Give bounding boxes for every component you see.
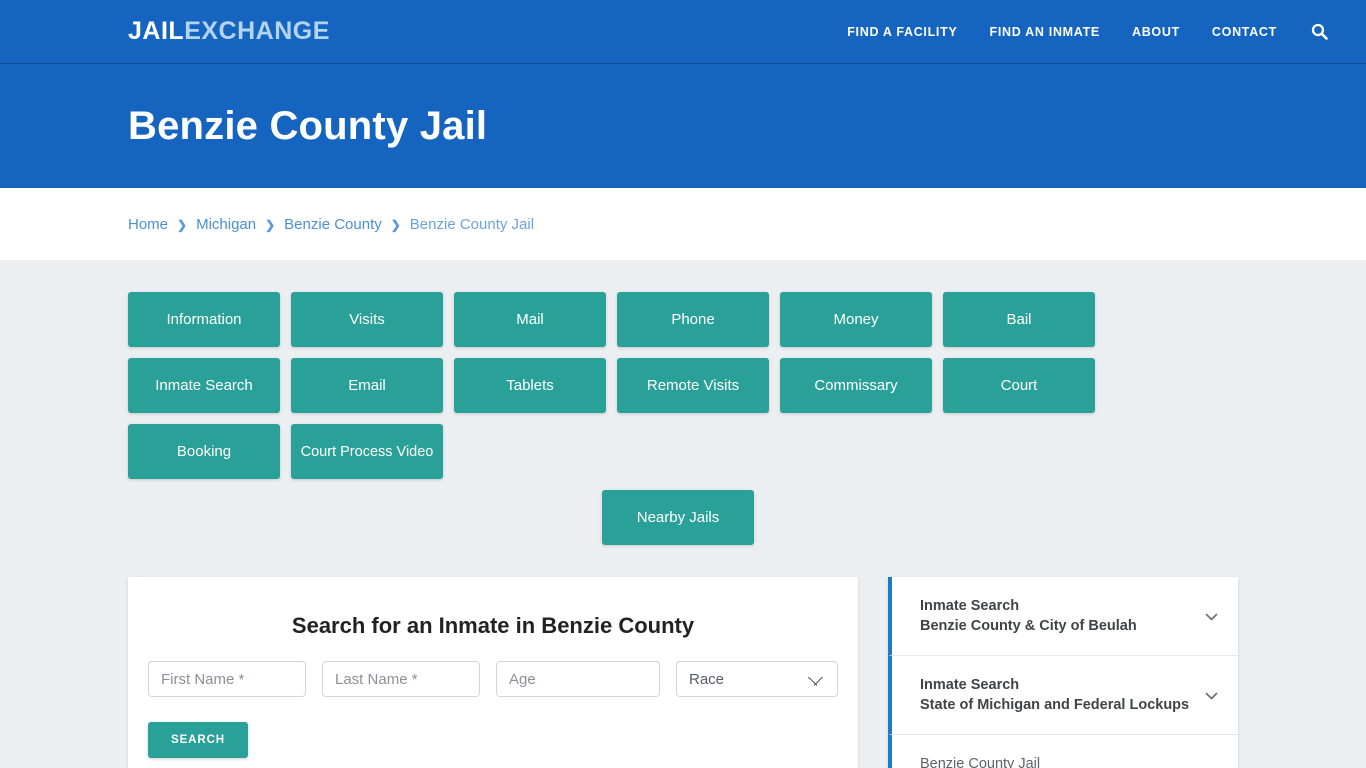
accordion-item-contact-information[interactable]: Benzie County Jail Contact Information [888,735,1238,768]
nav-item-contact[interactable]: CONTACT [1196,25,1293,39]
content-columns: Search for an Inmate in Benzie County Ra… [128,545,1238,768]
chevron-right-icon: ❯ [390,218,401,232]
accordion-item-text: Inmate Search State of Michigan and Fede… [920,675,1189,715]
tile-tablets[interactable]: Tablets [454,358,606,413]
search-heading: Search for an Inmate in Benzie County [291,613,695,638]
accordion-item-line2: State of Michigan and Federal Lockups [920,697,1190,713]
inmate-search-card: Search for an Inmate in Benzie County Ra… [128,577,858,768]
last-name-input[interactable] [322,661,480,697]
accordion-item-line1: Inmate Search [920,677,1020,693]
tile-court-process-video[interactable]: Court Process Video [291,424,443,479]
breadcrumb-item-michigan[interactable]: Michigan [196,216,256,233]
page-title: Benzie County Jail [128,104,488,148]
tile-remote-visits[interactable]: Remote Visits [617,358,769,413]
tile-commissary[interactable]: Commissary [780,358,932,413]
tile-phone[interactable]: Phone [617,292,769,347]
accordion-item-line1: Inmate Search [920,598,1020,614]
race-select[interactable]: Race [676,661,838,697]
tile-information[interactable]: Information [128,292,280,347]
site-logo[interactable]: JAILEXCHANGE [128,19,330,44]
accordion-item-line1: Benzie County Jail [920,756,1041,768]
tile-nearby-jails[interactable]: Nearby Jails [602,490,754,545]
sidebar-column: Inmate Search Benzie County & City of Be… [888,577,1238,768]
first-name-input[interactable] [148,661,306,697]
chevron-right-icon: ❯ [177,218,188,232]
nav-item-find-an-inmate[interactable]: FIND AN INMATE [973,25,1115,39]
tile-mail[interactable]: Mail [454,292,606,347]
tile-inmate-search[interactable]: Inmate Search [128,358,280,413]
breadcrumb-item-benzie-county[interactable]: Benzie County [284,216,382,233]
accordion-item-text: Benzie County Jail Contact Information [920,754,1058,768]
nav-item-find-a-facility[interactable]: FIND A FACILITY [831,25,973,39]
logo-part-exchange: EXCHANGE [184,17,330,45]
hero-banner: Benzie County Jail [0,64,1366,188]
chevron-right-icon: ❯ [265,218,276,232]
chevron-down-icon[interactable] [1205,611,1218,624]
tile-visits[interactable]: Visits [291,292,443,347]
main-column: Search for an Inmate in Benzie County Ra… [128,577,858,768]
primary-nav: FIND A FACILITY FIND AN INMATE ABOUT CON… [831,23,1366,40]
facility-section-tiles-last-row: Nearby Jails [128,479,1228,545]
page-body: Information Visits Mail Phone Money Bail… [0,260,1366,768]
search-icon[interactable] [1293,23,1338,40]
tile-bail[interactable]: Bail [943,292,1095,347]
tile-money[interactable]: Money [780,292,932,347]
chevron-down-icon[interactable] [1205,690,1218,703]
age-input[interactable] [496,661,660,697]
tile-court[interactable]: Court [943,358,1095,413]
top-navbar: JAILEXCHANGE FIND A FACILITY FIND AN INM… [0,0,1366,64]
breadcrumb-item-current: Benzie County Jail [409,215,535,233]
breadcrumb-item-home[interactable]: Home [128,216,168,233]
accordion-item-text: Inmate Search Benzie County & City of Be… [920,596,1137,636]
search-fields-row: Race [148,661,838,697]
search-button[interactable]: SEARCH [148,722,248,758]
breadcrumb-bar: Home ❯ Michigan ❯ Benzie County ❯ Benzie… [0,188,1366,260]
tile-email[interactable]: Email [291,358,443,413]
accordion-item-inmate-search-state[interactable]: Inmate Search State of Michigan and Fede… [888,656,1238,735]
breadcrumb: Home ❯ Michigan ❯ Benzie County ❯ Benzie… [128,216,534,233]
logo-part-jail: JAIL [128,17,185,45]
nav-item-about[interactable]: ABOUT [1116,25,1196,39]
facility-section-tiles: Information Visits Mail Phone Money Bail… [128,260,1228,479]
accordion-item-line2: Benzie County & City of Beulah [920,618,1137,634]
accordion-item-inmate-search-county[interactable]: Inmate Search Benzie County & City of Be… [888,577,1238,656]
sidebar-accordion: Inmate Search Benzie County & City of Be… [888,577,1238,768]
tile-booking[interactable]: Booking [128,424,280,479]
